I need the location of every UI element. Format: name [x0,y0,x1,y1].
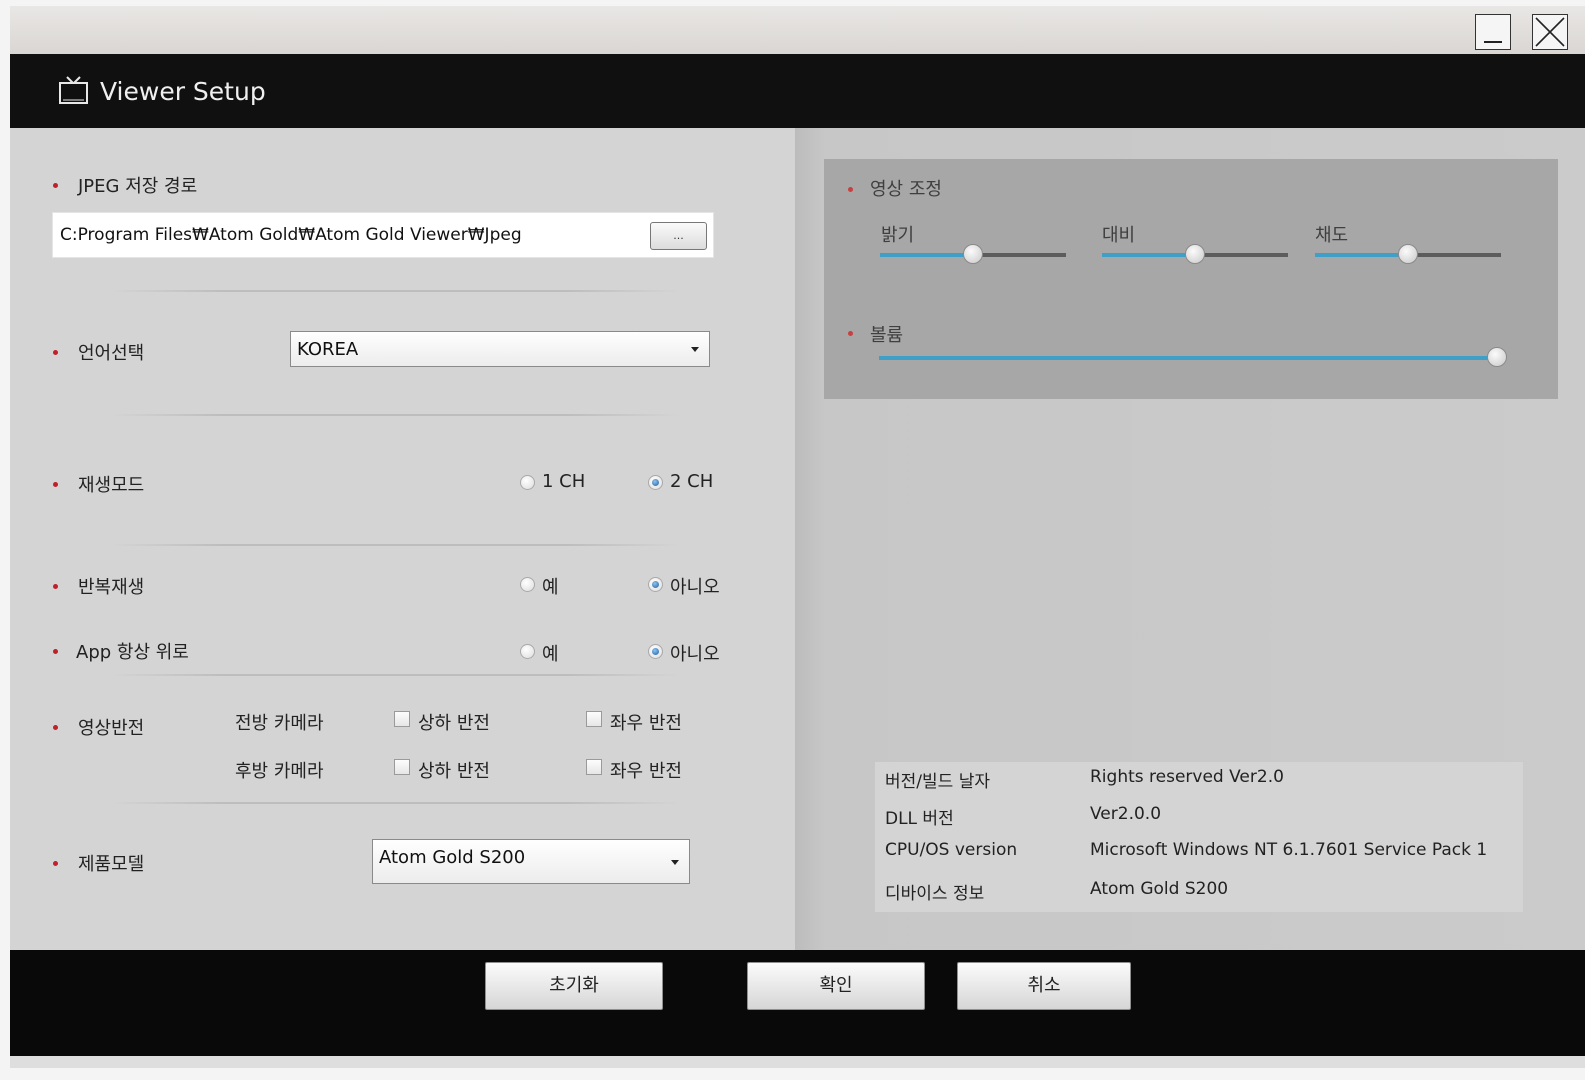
close-icon [1535,17,1565,47]
bullet-icon [53,725,58,730]
repeat-play-label: 반복재생 [78,577,145,598]
repeat-play-yes-label: 예 [542,577,559,598]
repeat-play-no-radio[interactable] [648,577,663,592]
info-key: DLL 버전 [885,809,954,829]
page-title: Viewer Setup [100,77,266,106]
chevron-down-icon [671,859,679,865]
play-mode-label: 재생모드 [78,475,145,496]
info-key: 디바이스 정보 [885,884,985,904]
browse-button[interactable]: ... [650,222,707,250]
slider-thumb[interactable] [1398,244,1418,264]
adjust-panel: 영상 조정 밝기 대비 채도 볼륨 버전/빌드 날자 Rights reserv… [795,128,1585,950]
version-info-box: 버전/빌드 날자 Rights reserved Ver2.0 DLL 버전 V… [875,762,1523,912]
front-horizontal-flip-checkbox[interactable] [586,711,602,727]
language-label: 언어선택 [78,343,145,364]
product-model-label: 제품모델 [78,854,145,875]
language-select[interactable]: KOREA [290,331,710,367]
front-camera-label: 전방 카메라 [235,713,324,734]
tv-icon [59,76,88,104]
bottom-border [10,1056,1585,1068]
slider-fill [1102,253,1195,257]
info-value: Atom Gold S200 [1090,879,1229,899]
rear-vertical-flip-checkbox[interactable] [394,759,410,775]
repeat-play-yes-radio[interactable] [520,577,535,592]
language-selected-value: KOREA [297,339,359,360]
info-key: 버전/빌드 날자 [885,772,990,792]
play-mode-1ch-label: 1 CH [542,471,586,492]
bullet-icon [53,584,58,589]
contrast-slider[interactable] [1102,244,1288,266]
front-horizontal-flip-label: 좌우 반전 [610,713,682,734]
reset-button[interactable]: 초기화 [485,962,663,1010]
jpeg-path-field[interactable]: C:Program Files₩Atom Gold₩Atom Gold View… [52,212,714,258]
image-flip-label: 영상반전 [78,718,145,739]
rear-camera-label: 후방 카메라 [235,761,324,782]
viewer-setup-window: Viewer Setup JPEG 저장 경로 C:Program Files₩… [10,6,1585,1068]
bullet-icon [53,183,58,188]
info-key: CPU/OS version [885,840,1018,860]
product-model-selected-value: Atom Gold S200 [379,847,526,868]
bullet-icon [848,187,853,192]
info-value: Rights reserved Ver2.0 [1090,767,1284,787]
bullet-icon [848,331,853,336]
slider-thumb[interactable] [1185,244,1205,264]
separator [110,802,680,804]
close-button[interactable] [1532,14,1568,50]
play-mode-2ch-label: 2 CH [670,471,714,492]
front-vertical-flip-checkbox[interactable] [394,711,410,727]
always-on-top-yes-radio[interactable] [520,644,535,659]
saturation-slider[interactable] [1315,244,1501,266]
minimize-button[interactable] [1475,14,1511,50]
info-value: Ver2.0.0 [1090,804,1162,824]
rear-horizontal-flip-label: 좌우 반전 [610,761,682,782]
volume-label: 볼륨 [870,325,904,346]
bullet-icon [53,861,58,866]
slider-fill [1315,253,1408,257]
repeat-play-no-label: 아니오 [670,577,720,598]
footer-bar: 초기화 확인 취소 [10,950,1585,1056]
front-vertical-flip-label: 상하 반전 [418,713,490,734]
bullet-icon [53,482,58,487]
slider-thumb[interactable] [1487,347,1507,367]
header-bar: Viewer Setup [10,54,1585,128]
always-on-top-yes-label: 예 [542,644,559,665]
ok-button[interactable]: 확인 [747,962,925,1010]
bullet-icon [53,350,58,355]
play-mode-2ch-radio[interactable] [648,475,663,490]
slider-fill [880,253,973,257]
always-on-top-label: App 항상 위로 [76,642,189,663]
info-value: Microsoft Windows NT 6.1.7601 Service Pa… [1090,840,1488,860]
brightness-slider[interactable] [880,244,1066,266]
bullet-icon [53,649,58,654]
cancel-button[interactable]: 취소 [957,962,1131,1010]
image-adjust-label: 영상 조정 [870,179,942,200]
image-adjust-box: 영상 조정 밝기 대비 채도 볼륨 [824,159,1558,399]
rear-vertical-flip-label: 상하 반전 [418,761,490,782]
separator [110,290,680,292]
settings-panel: JPEG 저장 경로 C:Program Files₩Atom Gold₩Ato… [10,128,795,950]
rear-horizontal-flip-checkbox[interactable] [586,759,602,775]
play-mode-1ch-radio[interactable] [520,475,535,490]
slider-fill [879,356,1497,360]
separator [110,414,680,416]
volume-slider[interactable] [879,347,1507,369]
product-model-select[interactable]: Atom Gold S200 [372,839,690,884]
separator [110,674,680,676]
separator [110,544,680,546]
jpeg-path-label: JPEG 저장 경로 [78,176,198,197]
title-bar [10,6,1585,54]
slider-thumb[interactable] [963,244,983,264]
always-on-top-no-label: 아니오 [670,644,720,665]
always-on-top-no-radio[interactable] [648,644,663,659]
jpeg-path-value: C:Program Files₩Atom Gold₩Atom Gold View… [60,225,522,245]
chevron-down-icon [691,347,699,352]
